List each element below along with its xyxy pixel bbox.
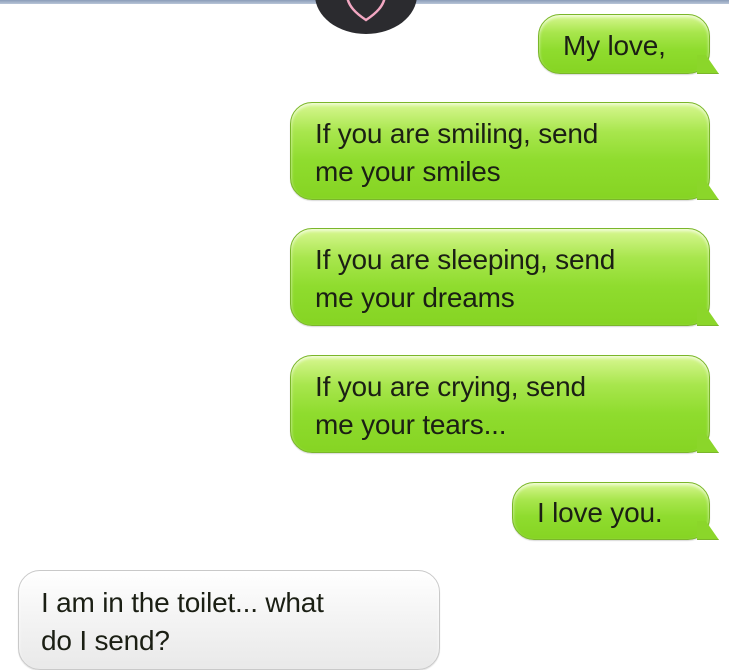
message-text: If you are smiling, send me your smiles — [315, 118, 599, 187]
message-text: I love you. — [537, 497, 663, 528]
message-text: If you are sleeping, send me your dreams — [315, 244, 616, 313]
contact-avatar[interactable] — [315, 0, 417, 34]
message-bubble-sent[interactable]: If you are crying, send me your tears... — [290, 355, 710, 453]
message-text: If you are crying, send me your tears... — [315, 371, 586, 440]
message-bubble-received[interactable]: I am in the toilet... what do I send? — [18, 570, 440, 670]
message-bubble-sent[interactable]: My love, — [538, 14, 710, 74]
message-bubble-sent[interactable]: If you are sleeping, send me your dreams — [290, 228, 710, 326]
heart-icon — [346, 0, 386, 22]
message-bubble-sent[interactable]: If you are smiling, send me your smiles — [290, 102, 710, 200]
message-text: My love, — [563, 30, 666, 61]
message-text: I am in the toilet... what do I send? — [41, 587, 324, 656]
message-bubble-sent[interactable]: I love you. — [512, 482, 710, 540]
